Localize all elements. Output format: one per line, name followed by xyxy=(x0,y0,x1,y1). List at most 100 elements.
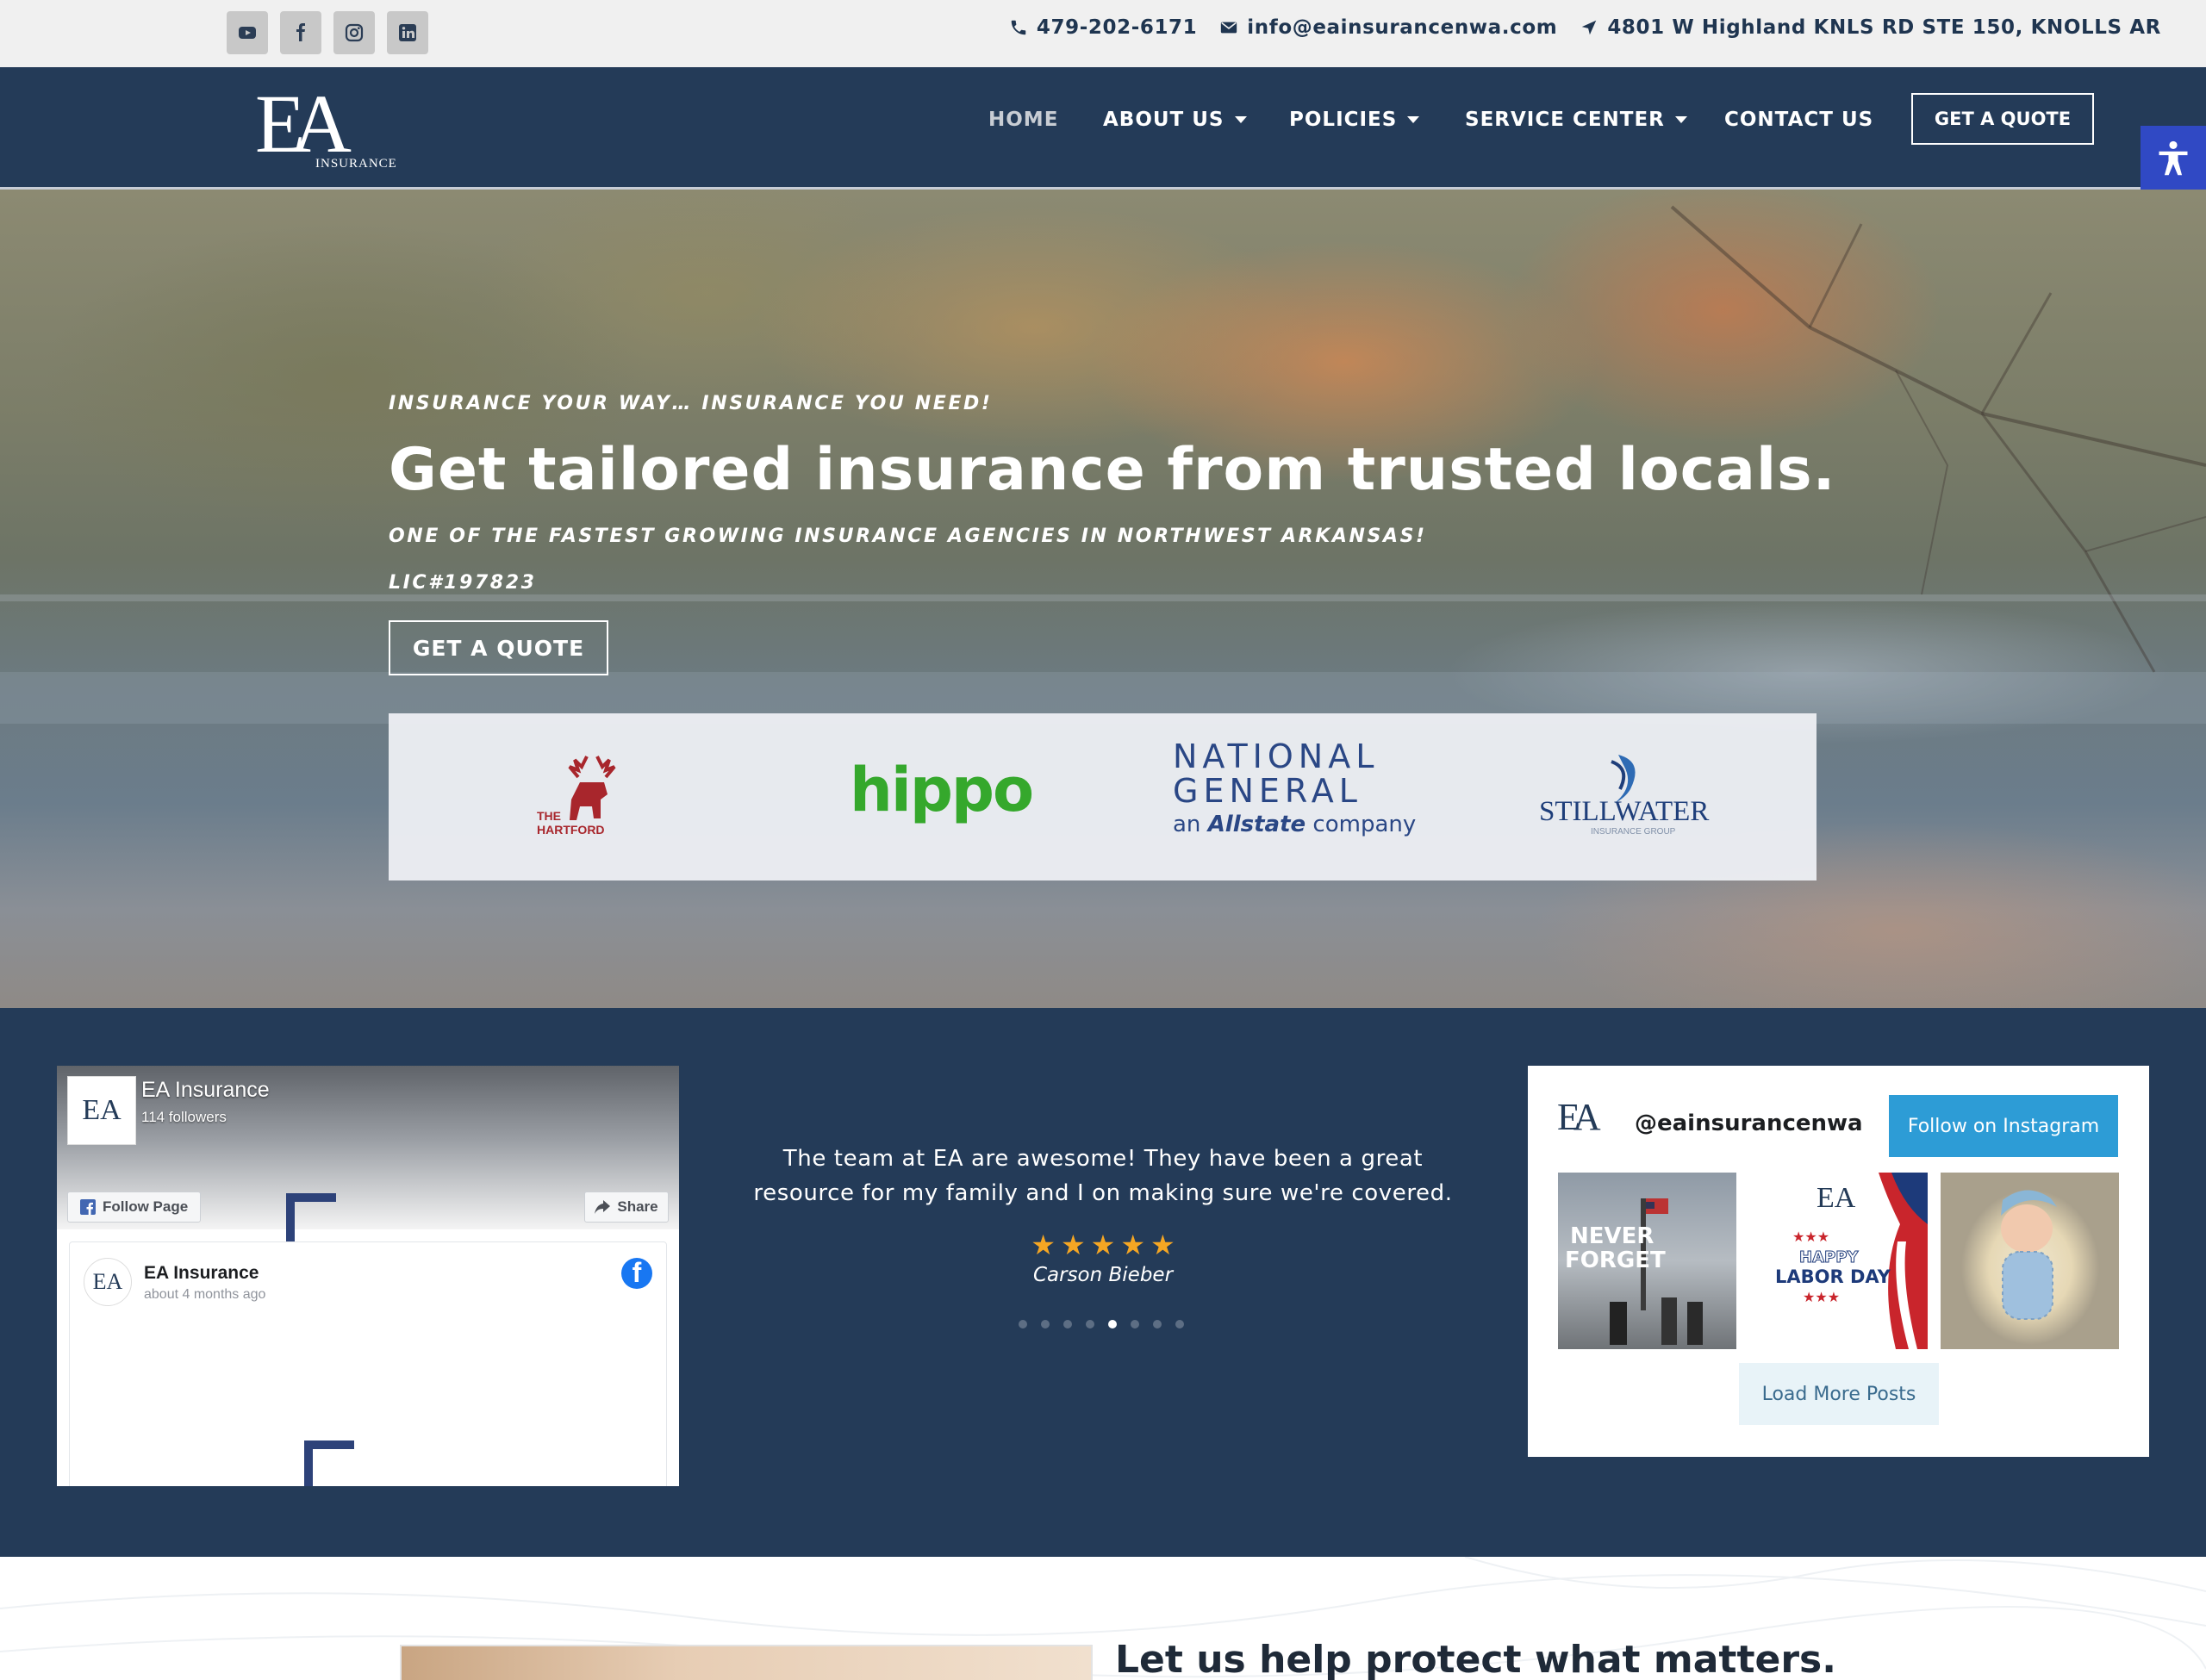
svg-text:NEVER: NEVER xyxy=(1570,1223,1654,1249)
svg-text:HAPPY: HAPPY xyxy=(1799,1248,1859,1266)
hippo-logo[interactable]: hippo xyxy=(850,755,1034,825)
hero-background-image xyxy=(0,205,2206,724)
nav-service-center-label: SERVICE CENTER xyxy=(1465,109,1665,131)
nav-policies[interactable]: POLICIES xyxy=(1289,109,1420,131)
slider-dot[interactable] xyxy=(1086,1320,1094,1328)
labor-day-image: EA ★★★ HAPPY LABOR DAY ★★★ xyxy=(1775,1173,1928,1349)
slider-dot-active[interactable] xyxy=(1108,1320,1117,1328)
social-feeds-section: EA EA Insurance 114 followers Follow Pag… xyxy=(0,1008,2206,1557)
email-address: info@eainsurancenwa.com xyxy=(1247,16,1558,39)
facebook-follow-label: Follow Page xyxy=(103,1198,189,1215)
natgen-line-3: an Allstate company xyxy=(1173,812,1417,837)
license-number: LIC#197823 xyxy=(389,572,537,594)
instagram-feed-widget: EA @eainsurancenwa Follow on Instagram N… xyxy=(1528,1066,2149,1457)
svg-text:INSURANCE GROUP: INSURANCE GROUP xyxy=(1591,827,1676,837)
facebook-icon[interactable] xyxy=(280,11,321,54)
star-icon: ★ xyxy=(1031,1229,1056,1260)
instagram-avatar[interactable]: EA xyxy=(1557,1095,1609,1159)
facebook-page-thumbnail[interactable]: EA xyxy=(67,1076,136,1145)
site-logo[interactable]: EA INSURANCE xyxy=(255,83,402,174)
share-icon xyxy=(595,1200,611,1214)
national-general-logo[interactable]: NATIONAL GENERAL an Allstate company xyxy=(1173,739,1416,841)
svg-text:LABOR DAY: LABOR DAY xyxy=(1775,1266,1891,1287)
address-text: 4801 W Highland KNLS RD STE 150, KNOLLS … xyxy=(1607,16,2161,39)
hero-section: INSURANCE YOUR WAY… INSURANCE YOU NEED! … xyxy=(0,190,2206,1008)
svg-text:★★★: ★★★ xyxy=(1792,1230,1829,1245)
instagram-icon[interactable] xyxy=(333,11,375,54)
testimonial-author: Carson Bieber xyxy=(1032,1264,1174,1286)
svg-text:FORGET: FORGET xyxy=(1565,1248,1666,1273)
topographic-pattern xyxy=(0,1557,2206,1678)
nav-contact-us[interactable]: CONTACT US xyxy=(1724,109,1873,131)
facebook-small-icon xyxy=(80,1199,96,1215)
phone-number: 479-202-6171 xyxy=(1036,16,1198,39)
facebook-page-name[interactable]: EA Insurance xyxy=(141,1078,270,1103)
address-link[interactable]: 4801 W Highland KNLS RD STE 150, KNOLLS … xyxy=(1580,16,2161,39)
the-hartford-logo[interactable]: THE HARTFORD xyxy=(535,748,621,843)
phone-icon xyxy=(1011,20,1026,35)
chevron-down-icon xyxy=(1407,116,1420,123)
slider-pagination xyxy=(1019,1320,1184,1328)
linkedin-icon[interactable] xyxy=(387,11,428,54)
accessibility-icon xyxy=(2159,140,2188,176)
chevron-down-icon xyxy=(1674,116,1687,123)
nav-about-us[interactable]: ABOUT US xyxy=(1103,109,1247,131)
baby-photo-image xyxy=(2001,1190,2057,1320)
facebook-post-timestamp[interactable]: about 4 months ago xyxy=(144,1287,265,1303)
instagram-handle[interactable]: @eainsurancenwa xyxy=(1635,1111,1863,1136)
facebook-post-image-fragment xyxy=(304,1440,354,1486)
phone-link[interactable]: 479-202-6171 xyxy=(1009,16,1197,39)
instagram-follow-button[interactable]: Follow on Instagram xyxy=(1889,1095,2118,1157)
hero-tagline: INSURANCE YOUR WAY… INSURANCE YOU NEED! xyxy=(389,393,993,414)
slider-dot[interactable] xyxy=(1019,1320,1027,1328)
svg-text:HARTFORD: HARTFORD xyxy=(537,823,605,837)
instagram-post-thumbnail[interactable]: EA ★★★ HAPPY LABOR DAY ★★★ xyxy=(1749,1173,1928,1349)
slider-dot[interactable] xyxy=(1175,1320,1184,1328)
top-bar: 479-202-6171 info@eainsurancenwa.com 480… xyxy=(0,0,2206,67)
hero-title: Get tailored insurance from trusted loca… xyxy=(389,436,1836,504)
about-teaser-section: Let us help protect what matters. xyxy=(0,1557,2206,1680)
facebook-follow-button[interactable]: Follow Page xyxy=(67,1192,202,1223)
family-photo xyxy=(400,1645,1093,1680)
nav-home-label: HOME xyxy=(988,109,1059,131)
logo-mark: EA xyxy=(255,78,352,170)
svg-text:STILLWATER: STILLWATER xyxy=(1539,796,1709,827)
main-header: EA INSURANCE HOME ABOUT US POLICIES SERV… xyxy=(0,67,2206,190)
star-icon: ★ xyxy=(1090,1229,1116,1260)
slider-dot[interactable] xyxy=(1131,1320,1139,1328)
envelope-icon xyxy=(1221,22,1237,34)
nav-about-us-label: ABOUT US xyxy=(1103,109,1225,131)
star-rating: ★ ★ ★ ★ ★ xyxy=(732,1231,1474,1259)
accessibility-button[interactable] xyxy=(2141,126,2206,191)
instagram-post-thumbnail[interactable] xyxy=(1941,1173,2119,1349)
slider-dot[interactable] xyxy=(1041,1320,1050,1328)
hero-get-quote-button[interactable]: GET A QUOTE xyxy=(389,620,608,675)
contact-info: 479-202-6171 info@eainsurancenwa.com 480… xyxy=(1009,12,2161,43)
stillwater-logo[interactable]: STILLWATER INSURANCE GROUP xyxy=(1539,748,1720,843)
facebook-share-button[interactable]: Share xyxy=(584,1192,669,1223)
testimonial-slider: The team at EA are awesome! They have be… xyxy=(732,1142,1474,1286)
facebook-post-author[interactable]: EA Insurance xyxy=(144,1263,259,1284)
youtube-icon[interactable] xyxy=(227,11,268,54)
section-title: Let us help protect what matters. xyxy=(1115,1638,1836,1680)
slider-dot[interactable] xyxy=(1063,1320,1072,1328)
logo-wordmark: INSURANCE xyxy=(315,157,397,171)
hero-subtitle: ONE OF THE FASTEST GROWING INSURANCE AGE… xyxy=(389,526,1427,547)
instagram-load-more-button[interactable]: Load More Posts xyxy=(1739,1363,1939,1425)
email-link[interactable]: info@eainsurancenwa.com xyxy=(1219,16,1557,39)
svg-text:★★★: ★★★ xyxy=(1803,1291,1840,1305)
nav-policies-label: POLICIES xyxy=(1289,109,1398,131)
nav-service-center[interactable]: SERVICE CENTER xyxy=(1465,109,1687,131)
carrier-logos-strip: THE HARTFORD hippo NATIONAL GENERAL an A… xyxy=(389,713,1817,880)
header-get-quote-button[interactable]: GET A QUOTE xyxy=(1911,93,2094,145)
nav-home[interactable]: HOME xyxy=(988,109,1058,131)
slider-dot[interactable] xyxy=(1153,1320,1162,1328)
natgen-line-1: NATIONAL xyxy=(1173,737,1380,775)
facebook-post-avatar: EA xyxy=(84,1258,132,1306)
facebook-page-widget[interactable]: EA EA Insurance 114 followers Follow Pag… xyxy=(57,1066,679,1486)
instagram-post-thumbnail[interactable]: NEVER FORGET xyxy=(1558,1173,1736,1349)
facebook-followers-count: 114 followers xyxy=(141,1109,227,1125)
star-icon: ★ xyxy=(1060,1229,1086,1260)
facebook-post-card[interactable]: EA EA Insurance about 4 months ago f xyxy=(69,1241,667,1486)
chevron-down-icon xyxy=(1234,116,1247,123)
